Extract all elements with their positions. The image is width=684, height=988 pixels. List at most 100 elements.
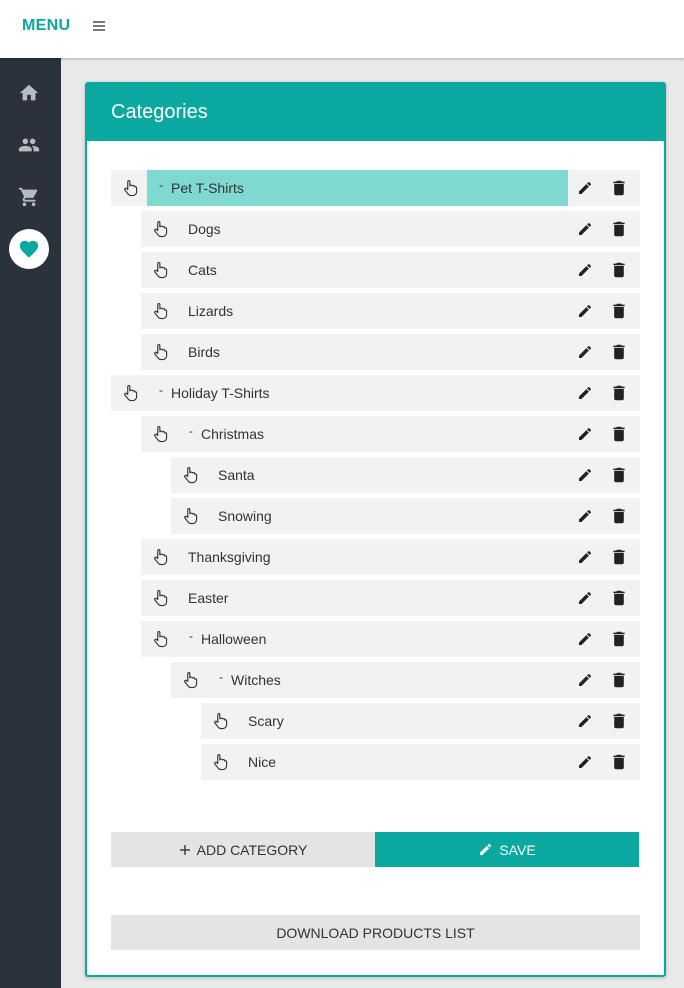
category-label: Scary [248, 713, 284, 729]
top-bar: MENU [0, 0, 684, 58]
delete-trash-icon[interactable] [612, 303, 626, 319]
collapse-toggle[interactable]: - [189, 629, 193, 643]
tree-row[interactable]: Scary [201, 703, 640, 739]
tree-row[interactable]: Lizards [141, 293, 640, 329]
edit-pencil-icon[interactable] [577, 303, 593, 319]
drag-handle-icon[interactable] [151, 630, 169, 648]
delete-trash-icon[interactable] [612, 385, 626, 401]
delete-trash-icon[interactable] [612, 631, 626, 647]
tree-row[interactable]: - Holiday T-Shirts [111, 375, 640, 411]
collapse-toggle[interactable]: - [189, 424, 193, 438]
edit-pencil-icon[interactable] [577, 426, 593, 442]
delete-trash-icon[interactable] [612, 262, 626, 278]
edit-pencil-icon[interactable] [577, 508, 593, 524]
hamburger-icon[interactable] [90, 17, 108, 35]
edit-pencil-icon[interactable] [577, 549, 593, 565]
category-label: Dogs [188, 221, 221, 237]
edit-pencil-icon[interactable] [577, 221, 593, 237]
delete-trash-icon[interactable] [612, 221, 626, 237]
tree-row[interactable]: - Witches [171, 662, 640, 698]
drag-handle-icon[interactable] [151, 589, 169, 607]
delete-trash-icon[interactable] [612, 426, 626, 442]
edit-pencil-icon[interactable] [577, 344, 593, 360]
edit-pencil-icon[interactable] [577, 631, 593, 647]
drag-handle-icon[interactable] [151, 548, 169, 566]
drag-handle-icon[interactable] [151, 261, 169, 279]
heart-icon [19, 240, 39, 258]
delete-trash-icon[interactable] [612, 754, 626, 770]
add-category-button[interactable]: ADD CATEGORY [111, 832, 375, 867]
pencil-icon [480, 843, 492, 856]
edit-pencil-icon[interactable] [577, 385, 593, 401]
collapse-toggle[interactable]: - [159, 178, 163, 192]
home-icon [19, 84, 39, 101]
category-label: Snowing [218, 508, 272, 524]
delete-trash-icon[interactable] [612, 467, 626, 483]
drag-handle-icon[interactable] [151, 425, 169, 443]
card-title: Categories [111, 101, 208, 123]
categories-card: Categories - Pet T-Shirts Dogs Cats Lizards B… [85, 82, 666, 977]
category-label: Holiday T-Shirts [171, 385, 270, 401]
delete-trash-icon[interactable] [612, 549, 626, 565]
edit-pencil-icon[interactable] [577, 590, 593, 606]
edit-pencil-icon[interactable] [577, 180, 593, 196]
collapse-toggle[interactable]: - [219, 670, 223, 684]
delete-trash-icon[interactable] [612, 672, 626, 688]
add-category-label: ADD CATEGORY [196, 841, 308, 858]
tree-row[interactable]: Dogs [141, 211, 640, 247]
category-label: Easter [188, 590, 229, 606]
tree-row[interactable]: Cats [141, 252, 640, 288]
tree-row[interactable]: Birds [141, 334, 640, 370]
menu-title: MENU [22, 17, 71, 34]
category-label: Thanksgiving [188, 549, 271, 565]
category-label: Witches [231, 672, 281, 688]
tree-row[interactable]: - Halloween [141, 621, 640, 657]
sidebar-item-cart[interactable] [9, 177, 49, 217]
drag-handle-icon[interactable] [151, 302, 169, 320]
cart-icon [18, 187, 38, 207]
plus-icon [179, 844, 190, 855]
edit-pencil-icon[interactable] [577, 754, 593, 770]
category-label: Halloween [201, 631, 267, 647]
edit-pencil-icon[interactable] [577, 713, 593, 729]
edit-pencil-icon[interactable] [577, 262, 593, 278]
category-label: Cats [188, 262, 217, 278]
drag-handle-icon[interactable] [181, 671, 199, 689]
delete-trash-icon[interactable] [612, 180, 626, 196]
delete-trash-icon[interactable] [612, 590, 626, 606]
sidebar-item-home[interactable] [9, 73, 49, 113]
delete-trash-icon[interactable] [612, 508, 626, 524]
collapse-toggle[interactable]: - [159, 383, 163, 397]
category-label: Pet T-Shirts [171, 180, 244, 196]
save-label: SAVE [499, 841, 536, 858]
category-label: Santa [218, 467, 255, 483]
drag-handle-icon[interactable] [181, 507, 199, 525]
tree-row[interactable]: Easter [141, 580, 640, 616]
download-label: DOWNLOAD PRODUCTS LIST [276, 924, 475, 941]
drag-handle-icon[interactable] [121, 384, 139, 402]
drag-handle-icon[interactable] [151, 343, 169, 361]
delete-trash-icon[interactable] [612, 344, 626, 360]
category-label: Nice [248, 754, 277, 770]
drag-handle-icon[interactable] [211, 712, 229, 730]
drag-handle-icon[interactable] [121, 179, 139, 197]
tree-row[interactable]: - Pet T-Shirts [111, 170, 640, 206]
drag-handle-icon[interactable] [151, 220, 169, 238]
download-products-list-button[interactable]: DOWNLOAD PRODUCTS LIST [111, 915, 640, 950]
tree-row[interactable]: Snowing [171, 498, 640, 534]
tree-row[interactable]: Santa [171, 457, 640, 493]
sidebar-item-favorites[interactable] [9, 229, 49, 269]
edit-pencil-icon[interactable] [577, 672, 593, 688]
drag-handle-icon[interactable] [211, 753, 229, 771]
edit-pencil-icon[interactable] [577, 467, 593, 483]
sidebar [0, 58, 61, 988]
tree-row[interactable]: Thanksgiving [141, 539, 640, 575]
card-header: Categories [87, 84, 664, 141]
sidebar-item-users[interactable] [9, 125, 49, 165]
tree-row[interactable]: - Christmas [141, 416, 640, 452]
drag-handle-icon[interactable] [181, 466, 199, 484]
tree-row[interactable]: Nice [201, 744, 640, 780]
category-label: Birds [188, 344, 220, 360]
save-button[interactable]: SAVE [375, 832, 639, 867]
delete-trash-icon[interactable] [612, 713, 626, 729]
